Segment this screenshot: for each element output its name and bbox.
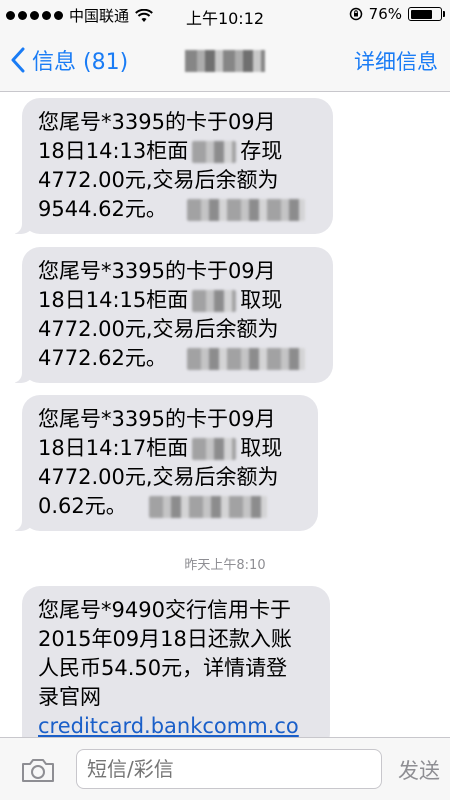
message-line-with-redaction: 18日14:13柜面 存现 — [38, 139, 283, 163]
details-button[interactable]: 详细信息 — [354, 46, 438, 76]
message-line: 人民币54.50元，详情请登 — [38, 656, 288, 680]
message-line-with-redaction: 4772.62元。 — [38, 344, 315, 373]
redacted-text — [186, 348, 305, 370]
transaction-type: 存现 — [240, 139, 283, 163]
chevron-left-icon — [11, 47, 25, 73]
contact-name-redacted — [185, 50, 265, 72]
send-button[interactable]: 发送 — [398, 755, 440, 785]
message-bubble[interactable]: 您尾号*3395的卡于09月 18日14:15柜面 取现 4772.00元,交易后… — [8, 247, 333, 383]
rotation-lock-icon — [349, 7, 362, 21]
transaction-type: 取现 — [240, 288, 283, 312]
message-line: 4772.00元,交易后余额为 — [38, 465, 279, 489]
message-line: 4772.00元,交易后余额为 — [38, 317, 279, 341]
message-line: 4772.00元,交易后余额为 — [38, 168, 279, 192]
message-list[interactable]: 您尾号*3395的卡于09月 18日14:13柜面 存现 4772.00元,交易后… — [0, 92, 450, 737]
redacted-branch — [192, 290, 237, 312]
message-line-with-redaction: 18日14:17柜面 取现 — [38, 436, 283, 460]
compose-bar: 发送 — [0, 737, 450, 800]
message-input[interactable] — [76, 749, 382, 789]
redacted-text — [148, 496, 267, 518]
redacted-text — [186, 199, 305, 221]
message-line: 您尾号*9490交行信用卡于 — [38, 598, 291, 622]
transaction-type: 取现 — [240, 436, 283, 460]
camera-icon[interactable] — [20, 756, 56, 784]
message-bubble[interactable]: 您尾号*9490交行信用卡于 2015年09月18日还款入账 人民币54.50元… — [8, 586, 330, 737]
battery-level — [410, 9, 432, 19]
message-line: 录官网 — [38, 685, 101, 709]
battery-percentage: 76% — [368, 5, 402, 23]
message-bubble[interactable]: 您尾号*3395的卡于09月 18日14:17柜面 取现 4772.00元,交易后… — [8, 395, 318, 531]
status-bar: 中国联通 上午10:12 76% — [0, 0, 450, 30]
back-label: 信息 (81) — [32, 50, 129, 75]
back-button[interactable]: 信息 (81) — [10, 44, 128, 76]
battery-icon — [408, 7, 445, 21]
redacted-branch — [192, 141, 237, 163]
message-line-with-redaction: 18日14:15柜面 取现 — [38, 288, 283, 312]
redacted-branch — [192, 438, 237, 460]
message-line: 2015年09月18日还款入账 — [38, 627, 292, 651]
message-line: 您尾号*3395的卡于09月 — [38, 407, 276, 431]
message-line-with-redaction: 9544.62元。 — [38, 195, 315, 224]
message-timestamp: 昨天上午8:10 — [184, 558, 266, 573]
navigation-bar: 信息 (81) 详细信息 — [0, 30, 450, 92]
message-line: 您尾号*3395的卡于09月 — [38, 110, 276, 134]
message-line-with-redaction: 0.62元。 — [38, 492, 300, 521]
message-line: 您尾号*3395的卡于09月 — [38, 259, 276, 283]
status-right: 76% — [349, 5, 445, 23]
message-bubble[interactable]: 您尾号*3395的卡于09月 18日14:13柜面 存现 4772.00元,交易后… — [8, 98, 333, 234]
bank-website-link[interactable]: creditcard.bankcomm.co — [38, 712, 312, 737]
